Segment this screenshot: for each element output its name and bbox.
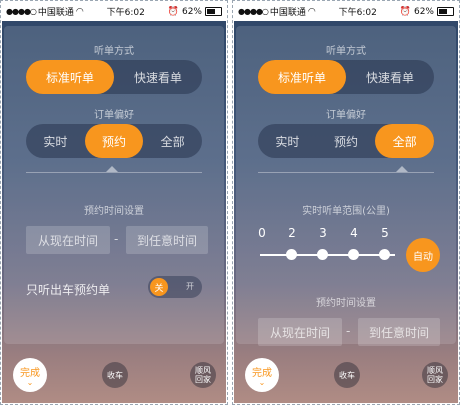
order-pref-segment: 实时 预约 全部 (258, 124, 434, 158)
status-time: 下午6:02 (338, 8, 377, 18)
stop-button[interactable]: 收车 (102, 362, 128, 388)
ride-home-line2: 回家 (195, 375, 211, 384)
range-tick-5: 5 (381, 226, 389, 240)
reserve-time-label: 预约时间设置 (84, 206, 144, 217)
listen-mode-label: 听单方式 (326, 46, 366, 57)
only-reserve-label: 只听出车预约单 (26, 283, 111, 297)
ride-home-line2: 回家 (427, 375, 443, 384)
time-to-button[interactable]: 到任意时间 (126, 226, 208, 254)
listen-mode-fast[interactable]: 快速看单 (114, 60, 202, 94)
toggle-on-label: 关 (150, 278, 168, 296)
stop-button[interactable]: 收车 (334, 362, 360, 388)
right-screen: ●●●●○ 中国联通 ◠ 下午6:02 ⏰ 62% 听单方式 标准听单 快速看单… (232, 0, 460, 405)
signal-icon: ●●●●○ (6, 7, 37, 16)
ride-home-button[interactable]: 顺风 回家 (422, 362, 448, 388)
listen-mode-standard[interactable]: 标准听单 (258, 60, 346, 94)
ride-home-line1: 顺风 (427, 366, 443, 375)
ride-home-line1: 顺风 (195, 366, 211, 375)
stop-label: 收车 (107, 370, 123, 380)
time-dash: - (346, 324, 351, 338)
range-auto-button[interactable]: 自动 (406, 238, 440, 272)
divider (258, 172, 434, 173)
done-button[interactable]: 完成 ⌄ (245, 358, 279, 392)
order-pref-reserve[interactable]: 预约 (84, 124, 144, 158)
phone-background: ●●●●○ 中国联通 ◠ 下午6:02 ⏰ 62% 听单方式 标准听单 快速看单… (234, 2, 458, 403)
alarm-icon: ⏰ (399, 6, 411, 17)
range-label: 实时听单范围(公里) (302, 206, 390, 217)
order-pref-all[interactable]: 全部 (375, 124, 434, 158)
range-knob-4[interactable] (348, 249, 359, 260)
time-from-button[interactable]: 从现在时间 (258, 318, 342, 346)
status-bar: ●●●●○ 中国联通 ◠ 下午6:02 ⏰ 62% (234, 2, 458, 21)
listen-mode-segment: 标准听单 快速看单 (26, 60, 202, 94)
wifi-icon: ◠ (75, 6, 84, 17)
carrier-label: 中国联通 (269, 8, 306, 18)
battery-icon (436, 7, 454, 16)
listen-mode-segment: 标准听单 快速看单 (258, 60, 434, 94)
status-bar: ●●●●○ 中国联通 ◠ 下午6:02 ⏰ 62% (2, 2, 226, 21)
order-pref-reserve[interactable]: 预约 (317, 124, 376, 158)
range-knob-2[interactable] (286, 249, 297, 260)
phone-background: ●●●●○ 中国联通 ◠ 下午6:02 ⏰ 62% 听单方式 标准听单 快速看单… (2, 2, 226, 403)
left-screen: ●●●●○ 中国联通 ◠ 下午6:02 ⏰ 62% 听单方式 标准听单 快速看单… (0, 0, 228, 405)
listen-mode-standard[interactable]: 标准听单 (26, 60, 114, 94)
range-knob-3[interactable] (317, 249, 328, 260)
order-pref-label: 订单偏好 (326, 110, 366, 121)
order-pref-label: 订单偏好 (94, 110, 134, 121)
listen-mode-fast[interactable]: 快速看单 (346, 60, 434, 94)
battery-percent: 62% (413, 6, 434, 17)
settings-sheet: 听单方式 标准听单 快速看单 订单偏好 实时 预约 全部 实时听单范围(公里) … (236, 26, 456, 346)
time-from-button[interactable]: 从现在时间 (26, 226, 110, 254)
order-pref-segment: 实时 预约 全部 (26, 124, 202, 158)
range-tick-4: 4 (350, 226, 358, 240)
done-button[interactable]: 完成 ⌄ (13, 358, 47, 392)
done-label: 完成 (20, 368, 40, 379)
order-pref-realtime[interactable]: 实时 (26, 124, 85, 158)
range-tick-3: 3 (319, 226, 327, 240)
wifi-icon: ◠ (307, 6, 316, 17)
time-dash: - (114, 232, 119, 246)
stop-label: 收车 (339, 370, 355, 380)
battery-icon (204, 7, 222, 16)
status-time: 下午6:02 (106, 8, 145, 18)
chevron-down-icon: ⌄ (258, 378, 266, 387)
carrier-label: 中国联通 (37, 8, 74, 18)
signal-icon: ●●●●○ (238, 7, 269, 16)
settings-sheet: 听单方式 标准听单 快速看单 订单偏好 实时 预约 全部 预约时间设置 从现在时… (4, 26, 224, 344)
range-tick-0: 0 (258, 226, 266, 240)
divider (26, 172, 202, 173)
reserve-time-label: 预约时间设置 (316, 298, 376, 309)
order-pref-realtime[interactable]: 实时 (258, 124, 317, 158)
ride-home-button[interactable]: 顺风 回家 (190, 362, 216, 388)
toggle-off-label: 开 (186, 282, 194, 291)
order-pref-all[interactable]: 全部 (143, 124, 202, 158)
only-reserve-toggle[interactable]: 关 开 (148, 276, 202, 298)
listen-mode-label: 听单方式 (94, 46, 134, 57)
battery-percent: 62% (181, 6, 202, 17)
chevron-down-icon: ⌄ (26, 378, 34, 387)
alarm-icon: ⏰ (167, 6, 179, 17)
done-label: 完成 (252, 368, 272, 379)
time-to-button[interactable]: 到任意时间 (358, 318, 440, 346)
range-tick-2: 2 (288, 226, 296, 240)
range-knob-5[interactable] (379, 249, 390, 260)
